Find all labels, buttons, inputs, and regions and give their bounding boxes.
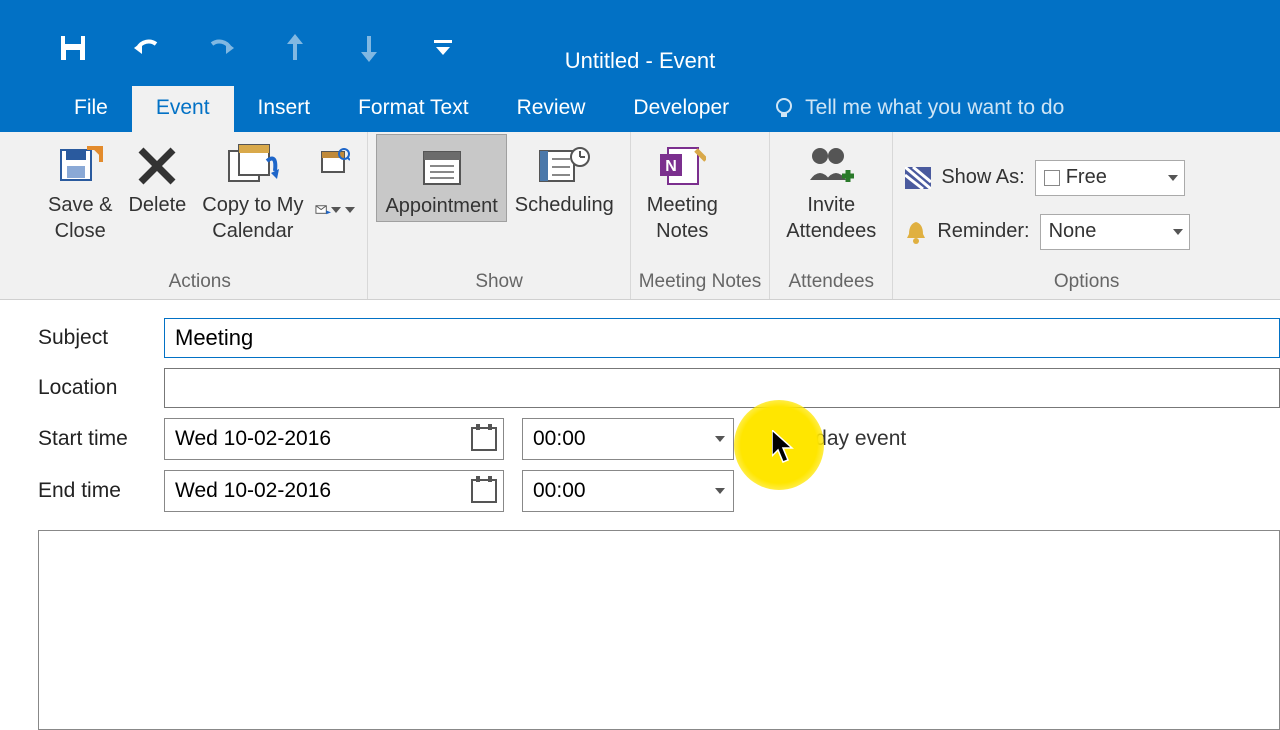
tell-me-search[interactable]: Tell me what you want to do (753, 86, 1084, 132)
calendar-icon (471, 427, 497, 451)
copy-calendar-icon (227, 140, 279, 192)
all-day-checkbox[interactable]: All day event (756, 427, 906, 451)
previous-item-icon[interactable] (277, 30, 313, 66)
show-as-label: Show As: (941, 166, 1024, 189)
subject-input[interactable] (164, 318, 1280, 358)
chevron-down-icon (1168, 175, 1178, 181)
ribbon-tabs: File Event Insert Format Text Review Dev… (0, 82, 1280, 132)
scheduling-button[interactable]: Scheduling (507, 134, 622, 220)
appointment-icon (420, 141, 464, 193)
redo-icon[interactable] (203, 30, 239, 66)
invite-attendees-button[interactable]: Invite Attendees (778, 134, 884, 246)
group-label-options: Options (901, 267, 1272, 299)
svg-text:N: N (666, 158, 678, 175)
tab-format-text[interactable]: Format Text (334, 86, 492, 132)
save-icon[interactable] (55, 30, 91, 66)
tab-event[interactable]: Event (132, 86, 234, 132)
show-as-combo[interactable]: Free (1035, 160, 1185, 196)
group-label-show: Show (376, 267, 621, 299)
save-and-close-button[interactable]: Save & Close (40, 134, 120, 246)
undo-icon[interactable] (129, 30, 165, 66)
reminder-icon (905, 220, 927, 244)
location-label: Location (38, 376, 164, 400)
copy-to-calendar-button[interactable]: Copy to My Calendar (194, 134, 311, 246)
group-attendees: Invite Attendees Attendees (770, 132, 893, 299)
show-as-icon (905, 167, 931, 189)
forward-small-icon[interactable] (315, 190, 355, 230)
appointment-button[interactable]: Appointment (376, 134, 506, 222)
group-meeting-notes: N Meeting Notes Meeting Notes (631, 132, 771, 299)
event-body-textarea[interactable] (38, 530, 1280, 730)
location-input[interactable] (164, 368, 1280, 408)
delete-icon (135, 140, 179, 192)
end-date-picker[interactable]: Wed 10-02-2016 (164, 470, 504, 512)
end-time-picker[interactable]: 00:00 (522, 470, 734, 512)
ribbon: Save & Close Delete Copy to My Calendar (0, 132, 1280, 300)
start-time-picker[interactable]: 00:00 (522, 418, 734, 460)
reminder-label: Reminder: (937, 220, 1029, 243)
group-label-actions: Actions (40, 267, 359, 299)
scheduling-icon (538, 140, 590, 192)
checkbox-icon (756, 429, 776, 449)
subject-label: Subject (38, 326, 164, 350)
group-options: Show As: Free Reminder: None Options (893, 132, 1280, 299)
save-close-icon (57, 140, 103, 192)
tab-review[interactable]: Review (493, 86, 610, 132)
delete-button[interactable]: Delete (120, 134, 194, 220)
quick-access-toolbar (0, 30, 461, 66)
next-item-icon[interactable] (351, 30, 387, 66)
group-label-meeting-notes: Meeting Notes (639, 267, 762, 299)
customize-qat-icon[interactable] (425, 30, 461, 66)
chevron-down-icon (715, 436, 725, 442)
calendar-small-icon[interactable] (315, 142, 355, 182)
attendees-icon (806, 140, 856, 192)
reminder-combo[interactable]: None (1040, 214, 1190, 250)
onenote-icon: N (658, 140, 706, 192)
window-title: Untitled - Event (565, 48, 715, 74)
title-bar: Untitled - Event (0, 14, 1280, 82)
calendar-icon (471, 479, 497, 503)
group-label-attendees: Attendees (778, 267, 884, 299)
lightbulb-icon (773, 97, 795, 119)
meeting-notes-button[interactable]: N Meeting Notes (639, 134, 726, 246)
group-show: Appointment Scheduling Show (368, 132, 630, 299)
start-date-picker[interactable]: Wed 10-02-2016 (164, 418, 504, 460)
chevron-down-icon (715, 488, 725, 494)
group-actions: Save & Close Delete Copy to My Calendar (32, 132, 368, 299)
event-form: Subject Location Start time Wed 10-02-20… (0, 300, 1280, 730)
app-title-top: Calendar (This computer only) - sagar@so… (0, 0, 1280, 14)
chevron-down-icon (1173, 229, 1183, 235)
tab-insert[interactable]: Insert (234, 86, 335, 132)
start-time-label: Start time (38, 427, 164, 451)
tab-file[interactable]: File (50, 86, 132, 132)
end-time-label: End time (38, 479, 164, 503)
tab-developer[interactable]: Developer (609, 86, 753, 132)
